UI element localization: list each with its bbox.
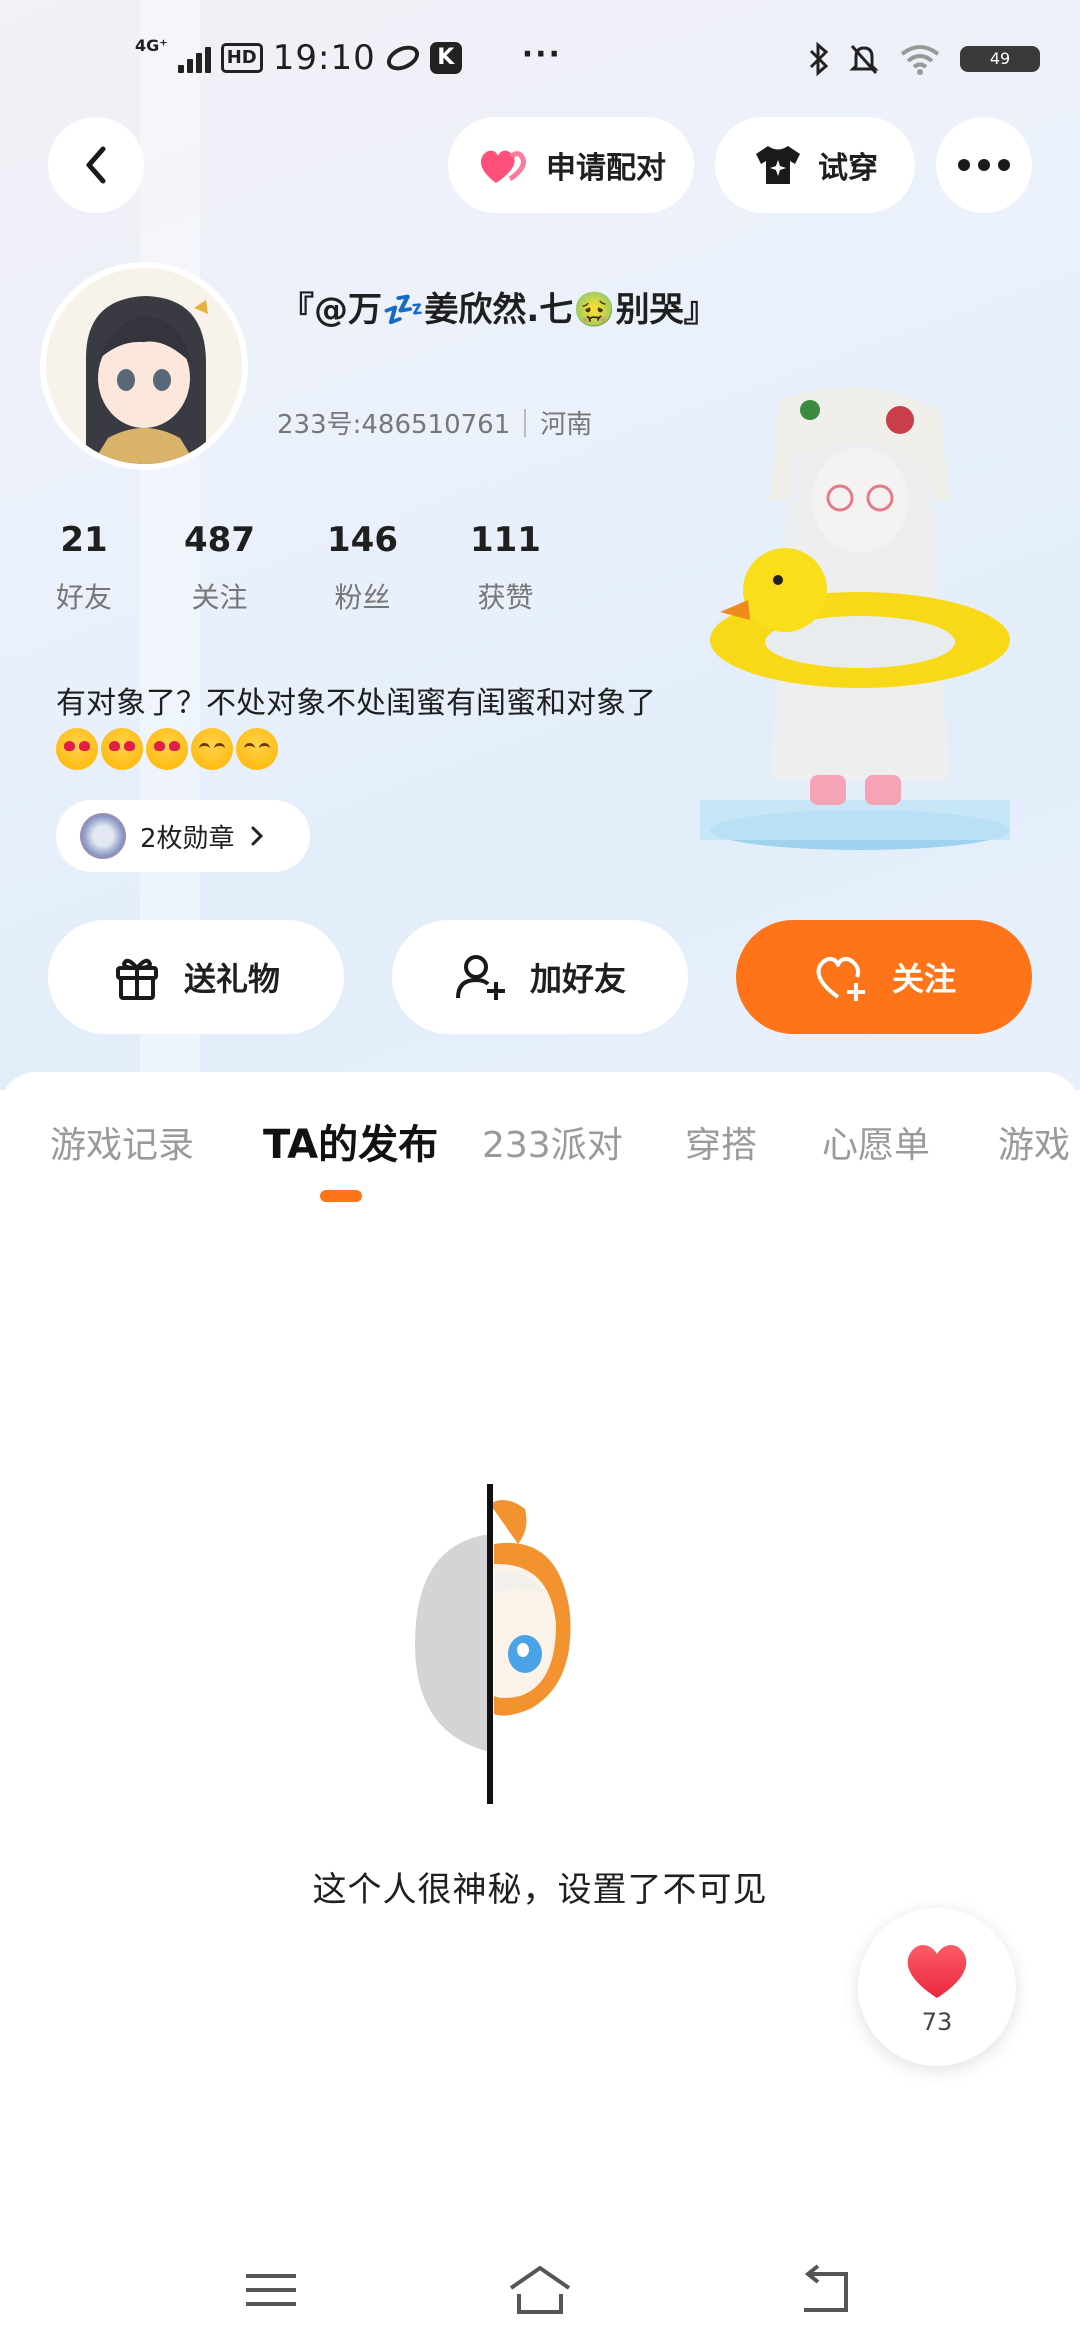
- back-nav-icon[interactable]: [790, 2260, 860, 2320]
- stat-label: 关注: [191, 581, 248, 614]
- follow-label: 关注: [891, 960, 956, 998]
- chevron-left-icon: [86, 146, 106, 184]
- profile-meta: 233号:486510761 河南: [277, 404, 592, 441]
- system-nav-bar: [0, 2240, 1080, 2340]
- tab-233-party[interactable]: 233派对: [482, 1116, 623, 1168]
- stat-fans[interactable]: 146 粉丝: [327, 520, 398, 616]
- stat-label: 好友: [56, 581, 113, 614]
- heart-eyes-emoji-icon: [56, 727, 98, 770]
- smiling-emoji-icon: [191, 727, 233, 770]
- like-count: 73: [921, 2008, 953, 2036]
- add-friend-button[interactable]: 加好友: [392, 920, 688, 1034]
- active-tab-indicator: [320, 1190, 362, 1202]
- nickname: 『@万💤姜欣然.七🤢别哭』: [280, 290, 718, 330]
- more-dots-icon: [958, 159, 1010, 171]
- stat-label: 粉丝: [334, 581, 391, 614]
- heart-icon: [907, 1945, 967, 1998]
- tab-outfits[interactable]: 穿搭: [685, 1116, 757, 1168]
- mute-bell-icon: [849, 45, 879, 74]
- stat-friends[interactable]: 21 好友: [56, 520, 112, 616]
- tab-games[interactable]: 游戏: [998, 1116, 1070, 1168]
- try-on-label: 试穿: [818, 151, 878, 186]
- tab-ta-posts[interactable]: TA的发布: [263, 1112, 438, 1170]
- stat-number: 487: [184, 520, 255, 560]
- add-friend-label: 加好友: [529, 960, 626, 998]
- chevron-right-icon: [251, 826, 263, 846]
- follow-button[interactable]: 关注: [736, 920, 1032, 1034]
- stat-number: 146: [327, 520, 398, 560]
- battery-indicator: 49: [960, 46, 1040, 72]
- send-gift-label: 送礼物: [183, 960, 280, 998]
- user-id[interactable]: 233号:486510761: [277, 404, 510, 441]
- k-app-icon: K: [429, 42, 462, 74]
- medal-icon: [80, 813, 126, 859]
- more-options-button[interactable]: [936, 117, 1032, 213]
- tshirt-icon: [756, 146, 800, 184]
- bio: 有对象了？不处对象不处闺蜜有闺蜜和对象了: [56, 682, 706, 770]
- medals-button[interactable]: 2枚勋章: [56, 800, 310, 872]
- location: 河南: [540, 410, 593, 440]
- peeking-mascot-illustration: [415, 1484, 571, 1804]
- stat-likes[interactable]: 111 获赞: [470, 520, 541, 616]
- tab-bar: 游戏记录 TA的发布 233派对 穿搭 心愿单 游戏: [0, 1100, 1080, 1200]
- stat-number: 21: [60, 520, 108, 560]
- bio-text: 有对象了？不处对象不处闺蜜有闺蜜和对象了: [56, 686, 656, 721]
- smiling-emoji-icon: [236, 727, 278, 770]
- gift-icon: [115, 958, 158, 1000]
- tab-game-records[interactable]: 游戏记录: [50, 1116, 194, 1168]
- double-heart-icon: [480, 150, 526, 183]
- heart-eyes-emoji-icon: [146, 727, 188, 770]
- status-time: 19:10: [272, 38, 376, 78]
- empty-state-message: 这个人很神秘，设置了不可见: [312, 1870, 768, 1910]
- more-notifications-icon: ···: [521, 36, 562, 72]
- bluetooth-icon: [809, 42, 829, 76]
- home-icon[interactable]: [505, 2260, 575, 2320]
- stat-following[interactable]: 487 关注: [184, 520, 255, 616]
- stats-row: 21 好友 487 关注 146 粉丝 111 获赞: [56, 520, 613, 616]
- menu-icon[interactable]: [236, 2260, 306, 2320]
- medals-label: 2枚勋章: [140, 823, 235, 854]
- avatar[interactable]: [40, 262, 248, 470]
- try-on-button[interactable]: 试穿: [715, 117, 915, 213]
- like-button[interactable]: 73: [858, 1908, 1016, 2066]
- add-user-icon: [455, 955, 505, 1000]
- tab-wishlist[interactable]: 心愿单: [822, 1116, 930, 1168]
- network-type: 4G⁺: [135, 36, 168, 55]
- send-gift-button[interactable]: 送礼物: [48, 920, 344, 1034]
- heart-plus-icon: [816, 956, 865, 1001]
- anime-girl-avatar-image: [46, 268, 242, 464]
- signal-icon: [177, 43, 211, 73]
- back-button[interactable]: [48, 117, 144, 213]
- stat-label: 获赞: [477, 581, 534, 614]
- wifi-icon: [900, 45, 940, 75]
- divider: [524, 408, 527, 437]
- heart-eyes-emoji-icon: [101, 727, 143, 770]
- hd-icon: HD: [220, 43, 263, 73]
- stat-number: 111: [469, 520, 541, 560]
- status-bar: 4G⁺ HD 19:10 K ··· 49: [0, 0, 1080, 120]
- 3d-avatar-figure[interactable]: [700, 380, 1010, 850]
- app-notification-icon: [382, 40, 423, 76]
- request-pair-label: 申请配对: [546, 151, 666, 186]
- request-pair-button[interactable]: 申请配对: [448, 117, 694, 213]
